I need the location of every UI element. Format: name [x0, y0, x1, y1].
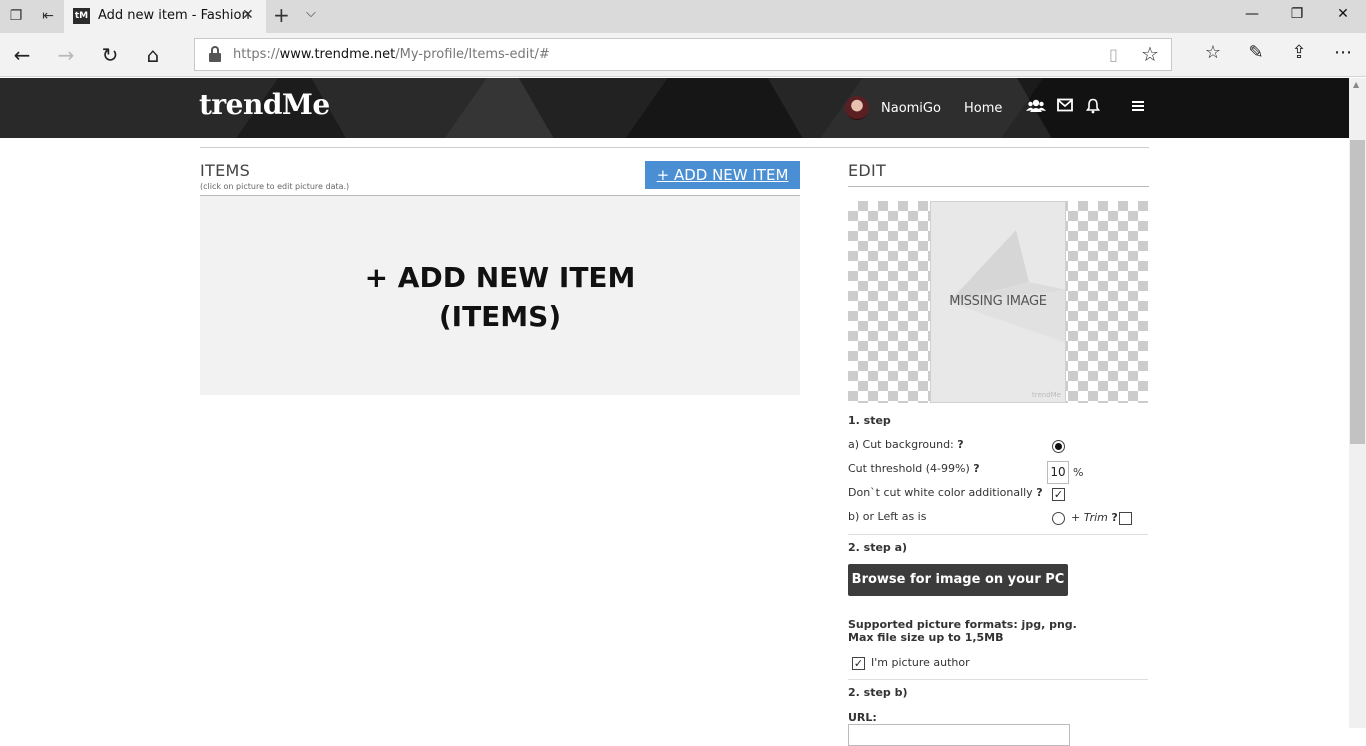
items-placeholder[interactable]: + ADD NEW ITEM (ITEMS)	[200, 196, 800, 395]
step1-heading: 1. step	[848, 414, 891, 427]
divider	[848, 534, 1148, 535]
trim-label: + Trim ?	[1071, 511, 1118, 524]
browser-nav-bar: ← → ↻ ⌂ https://www.trendme.net/My-profi…	[0, 33, 1366, 77]
dont-cut-white-label: Don`t cut white color additionally ?	[848, 486, 1043, 499]
address-url[interactable]: https://www.trendme.net/My-profile/Items…	[233, 47, 550, 62]
tab-title: Add new item - Fashion	[98, 8, 250, 23]
header-home-link[interactable]: Home	[964, 101, 1002, 116]
url-label: URL:	[848, 711, 877, 724]
tab-list-chevron-icon[interactable]: ⌵	[306, 6, 316, 21]
browser-tab-bar: ❐ ⇤ tM Add new item - Fashion ✕ + ⌵ — ❐ …	[0, 0, 1366, 33]
new-tab-icon[interactable]: +	[273, 5, 290, 25]
header-username[interactable]: NaomiGo	[881, 101, 941, 116]
threshold-input[interactable]: 10	[1047, 461, 1069, 484]
favorites-hub-icon[interactable]: ☆	[1200, 42, 1226, 63]
add-new-item-button[interactable]: + ADD NEW ITEM	[645, 161, 800, 189]
threshold-label: Cut threshold (4-99%) ?	[848, 462, 980, 475]
help-icon[interactable]: ?	[1036, 486, 1042, 499]
window-close-icon[interactable]: ✕	[1333, 6, 1353, 22]
help-icon[interactable]: ?	[973, 462, 979, 475]
supported-formats-note: Supported picture formats: jpg, png. Max…	[848, 618, 1077, 644]
tab-close-icon[interactable]: ✕	[242, 7, 254, 23]
address-bar[interactable]: https://www.trendme.net/My-profile/Items…	[194, 38, 1172, 71]
threshold-unit: %	[1073, 466, 1084, 479]
missing-image-brand: trendMe	[1031, 391, 1061, 399]
image-preview[interactable]: MISSING IMAGE trendMe	[848, 201, 1148, 403]
tab-favicon: tM	[73, 8, 90, 24]
picture-author-label: I'm picture author	[871, 656, 970, 669]
back-arrow-icon[interactable]: ←	[10, 43, 34, 67]
missing-image-text: MISSING IMAGE	[949, 294, 1047, 309]
browser-tab-active[interactable]: tM Add new item - Fashion ✕	[64, 0, 266, 33]
items-heading: ITEMS	[200, 161, 251, 180]
scroll-thumb[interactable]	[1350, 140, 1365, 444]
dont-cut-white-checkbox[interactable]: ✓	[1052, 488, 1065, 501]
more-menu-icon[interactable]: ⋯	[1330, 42, 1356, 63]
items-placeholder-line2: (ITEMS)	[438, 300, 562, 333]
items-placeholder-line1: + ADD NEW ITEM	[364, 261, 636, 294]
left-as-is-label: b) or Left as is	[848, 510, 927, 523]
home-icon[interactable]: ⌂	[141, 43, 165, 67]
lock-icon	[209, 46, 221, 62]
divider	[848, 679, 1148, 680]
mail-icon[interactable]	[1055, 98, 1075, 116]
page-scrollbar[interactable]: ▲	[1349, 78, 1366, 728]
favorite-star-icon[interactable]: ☆	[1141, 42, 1159, 66]
reading-view-icon[interactable]: ▯	[1109, 45, 1118, 64]
refresh-icon[interactable]: ↻	[98, 43, 122, 67]
trim-checkbox[interactable]	[1119, 512, 1132, 525]
help-icon[interactable]: ?	[1111, 511, 1117, 524]
scroll-up-icon[interactable]: ▲	[1353, 80, 1359, 89]
bell-icon[interactable]	[1083, 98, 1103, 116]
help-icon[interactable]: ?	[957, 438, 963, 451]
left-as-is-radio[interactable]	[1052, 512, 1065, 525]
divider	[848, 186, 1149, 187]
image-url-input[interactable]	[848, 724, 1070, 746]
divider	[200, 147, 1149, 148]
step2b-heading: 2. step b)	[848, 686, 908, 699]
tab-actions-icon[interactable]: ❐	[8, 8, 24, 24]
cut-background-radio[interactable]	[1052, 440, 1065, 453]
forward-arrow-icon[interactable]: →	[54, 43, 78, 67]
minimize-icon[interactable]: —	[1242, 6, 1262, 22]
cut-background-label: a) Cut background: ?	[848, 438, 964, 451]
users-icon[interactable]	[1026, 98, 1046, 116]
set-tabs-aside-icon[interactable]: ⇤	[40, 8, 56, 24]
pen-icon[interactable]: ✎	[1243, 42, 1269, 63]
restore-icon[interactable]: ❐	[1287, 6, 1307, 22]
browse-image-button[interactable]: Browse for image on your PC	[848, 564, 1068, 596]
items-hint: (click on picture to edit picture data.)	[200, 182, 350, 191]
picture-author-checkbox[interactable]: ✓	[852, 657, 865, 670]
site-logo[interactable]: trendMe	[199, 88, 330, 121]
avatar[interactable]	[845, 96, 869, 120]
share-icon[interactable]: ⇪	[1286, 42, 1312, 63]
missing-image-placeholder: MISSING IMAGE trendMe	[930, 201, 1066, 403]
step2a-heading: 2. step a)	[848, 541, 908, 554]
edit-heading: EDIT	[848, 161, 887, 180]
hamburger-menu-icon[interactable]	[1128, 98, 1148, 116]
